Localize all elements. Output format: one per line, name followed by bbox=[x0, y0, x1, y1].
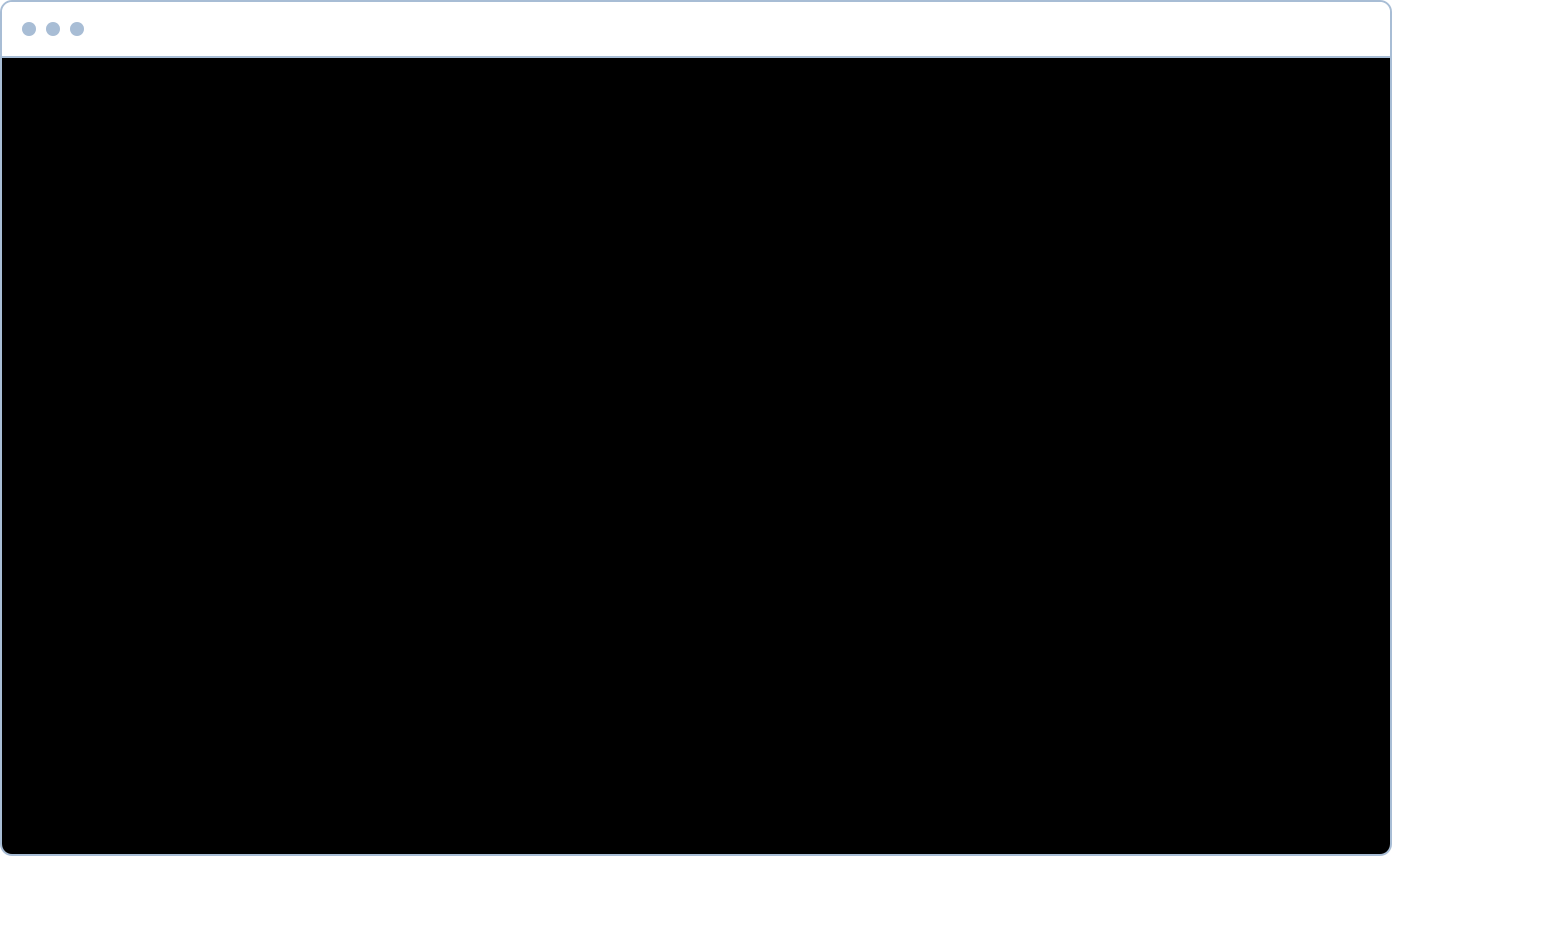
maximize-icon[interactable] bbox=[70, 22, 84, 36]
titlebar bbox=[2, 2, 1390, 58]
app-window bbox=[0, 0, 1392, 856]
content-area bbox=[2, 58, 1390, 854]
minimize-icon[interactable] bbox=[46, 22, 60, 36]
close-icon[interactable] bbox=[22, 22, 36, 36]
